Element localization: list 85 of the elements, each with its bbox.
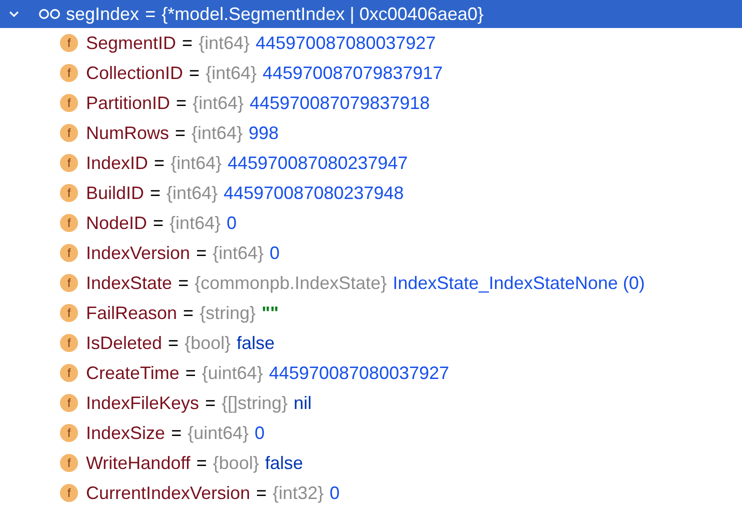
field-type: {int64} (212, 242, 264, 264)
field-type: {int64} (192, 122, 243, 144)
field-value: 0 (270, 242, 280, 264)
field-icon: f (60, 454, 78, 472)
equals-sign: = (150, 182, 161, 204)
field-icon: f (60, 334, 78, 352)
variable-name: segIndex (66, 4, 140, 24)
equals-sign: = (145, 4, 156, 24)
field-icon: f (60, 214, 78, 232)
field-name: CollectionID (86, 62, 184, 84)
field-value: IndexState_IndexStateNone (0) (392, 272, 645, 294)
field-icon: f (60, 484, 78, 502)
field-value: 445970087080237947 (228, 152, 408, 174)
field-value: 445970087080037927 (268, 362, 450, 384)
field-value: 445970087080037927 (256, 32, 436, 54)
field-icon: f (60, 274, 78, 292)
field-type: {int64} (170, 212, 221, 234)
equals-sign: = (185, 362, 196, 384)
field-name: WriteHandoff (86, 452, 190, 474)
equals-sign: = (175, 122, 186, 144)
field-value: 0 (330, 482, 340, 504)
field-name: CreateTime (86, 362, 180, 384)
field-type: {int64} (198, 32, 250, 54)
field-value: 0 (254, 422, 265, 444)
field-name: PartitionID (86, 92, 170, 114)
field-value: 445970087079837918 (250, 92, 430, 114)
field-name: IndexSize (86, 422, 166, 444)
equals-sign: = (176, 92, 187, 114)
field-icon: f (60, 304, 78, 322)
field-type: {int64} (170, 152, 222, 174)
field-type: {uint64} (202, 362, 263, 384)
field-value: 998 (248, 122, 279, 144)
tree-row[interactable]: segIndex = {*model.SegmentIndex | 0xc00406aea0} (0, 0, 742, 28)
field-name: IndexID (86, 152, 148, 174)
field-name: IsDeleted (86, 332, 162, 354)
field-value: 445970087080237948 (224, 182, 404, 204)
field-type: {string} (200, 302, 256, 324)
field-icon: f (60, 124, 78, 142)
field-icon: f (60, 424, 78, 442)
field-name: SegmentID (86, 32, 176, 54)
field-icon: f (60, 34, 78, 52)
field-value: false (236, 332, 275, 354)
equals-sign: = (183, 302, 194, 324)
field-name: CurrentIndexVersion (86, 482, 250, 504)
field-type: {bool} (212, 452, 259, 474)
equals-sign: = (196, 452, 207, 474)
field-type: {uint64} (188, 422, 249, 444)
equals-sign: = (189, 62, 200, 84)
field-type: {[]string} (222, 392, 288, 414)
field-type: {int32} (272, 482, 324, 504)
field-name: IndexState (86, 272, 172, 294)
equals-sign: = (153, 212, 164, 234)
field-type: {int64} (206, 62, 257, 84)
field-name: IndexVersion (86, 242, 190, 264)
field-icon: f (60, 94, 78, 112)
field-name: NumRows (86, 122, 170, 144)
field-value: false (264, 452, 303, 474)
equals-sign: = (178, 272, 189, 294)
field-type: {int64} (192, 92, 244, 114)
field-name: BuildID (86, 182, 144, 204)
field-value: "" (262, 302, 279, 324)
field-icon: f (60, 154, 78, 172)
variable-type: {*model.SegmentIndex | 0xc00406aea0} (162, 4, 484, 24)
field-icon: f (60, 64, 78, 82)
equals-sign: = (171, 422, 182, 444)
field-type: {commonpb.IndexState} (194, 272, 387, 294)
field-value: 445970087079837917 (262, 62, 443, 84)
field-type: {bool} (184, 332, 231, 354)
field-value: 0 (226, 212, 237, 234)
field-icon: f (60, 244, 78, 262)
equals-sign: = (154, 152, 165, 174)
equals-sign: = (168, 332, 179, 354)
equals-sign: = (182, 32, 193, 54)
equals-sign: = (196, 242, 207, 264)
equals-sign: = (256, 482, 267, 504)
field-name: IndexFileKeys (86, 392, 200, 414)
field-name: FailReason (86, 302, 178, 324)
equals-sign: = (205, 392, 216, 414)
field-type: {int64} (166, 182, 218, 204)
field-icon: f (60, 364, 78, 382)
field-icon: f (60, 184, 78, 202)
field-name: NodeID (86, 212, 148, 234)
field-icon: f (60, 394, 78, 412)
field-value: nil (294, 392, 312, 414)
glasses-icon (38, 8, 62, 20)
